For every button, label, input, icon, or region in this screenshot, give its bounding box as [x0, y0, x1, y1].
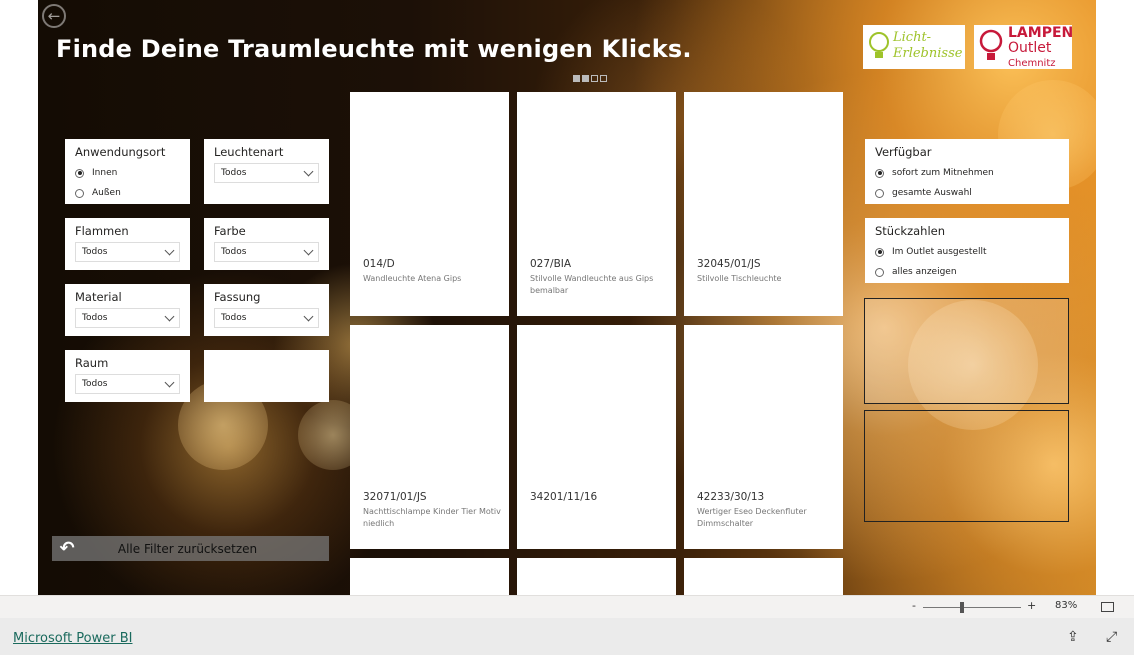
radio-icon[interactable]	[875, 168, 884, 178]
bulb-logo-icon	[979, 29, 1003, 60]
radio-option-sofort[interactable]: sofort zum Mitnehmen	[875, 163, 1059, 183]
verfuegbar-slicer: Verfügbar sofort zum Mitnehmen gesamte A…	[865, 139, 1069, 204]
report-canvas: ← Finde Deine Traumleuchte mit wenigen K…	[38, 0, 1096, 595]
leuchtenart-dropdown[interactable]: Todos	[214, 163, 319, 183]
radio-option-ausgestellt[interactable]: Im Outlet ausgestellt	[875, 242, 1059, 262]
page-dot[interactable]	[573, 75, 580, 82]
product-card[interactable]: 027/BIA Stilvolle Wandleuchte aus Gips b…	[517, 92, 676, 316]
radio-icon[interactable]	[75, 188, 84, 198]
radio-icon[interactable]	[875, 188, 884, 198]
page-dot[interactable]	[600, 75, 607, 82]
radio-icon[interactable]	[875, 267, 884, 277]
page-dot[interactable]	[591, 75, 598, 82]
back-arrow-icon[interactable]: ←	[42, 4, 66, 28]
farbe-slicer: Farbe Todos	[204, 218, 329, 270]
radio-option-innen[interactable]: Innen	[75, 163, 180, 183]
chevron-down-icon	[303, 311, 314, 321]
product-code: 42233/30/13	[697, 491, 765, 503]
product-code: 014/D	[363, 258, 395, 270]
power-bi-link[interactable]: Microsoft Power BI	[13, 631, 132, 646]
page-navigator[interactable]	[573, 75, 607, 82]
zoom-level: 83%	[1055, 600, 1078, 611]
lampen-outlet-logo: LAMPEN Outlet Chemnitz	[974, 25, 1074, 70]
page-title: Finde Deine Traumleuchte mit wenigen Kli…	[56, 35, 692, 63]
anwendungsort-slicer: Anwendungsort Innen Außen	[65, 139, 190, 204]
footer-bar: Microsoft Power BI ⇪ ⤢	[0, 618, 1134, 655]
chevron-down-icon	[164, 377, 175, 387]
farbe-dropdown[interactable]: Todos	[214, 242, 319, 262]
licht-erlebnisse-logo: Licht-Erlebnisse	[863, 25, 965, 69]
empty-slicer-panel	[204, 350, 329, 402]
zoom-in-button[interactable]: +	[1027, 599, 1036, 612]
radio-icon[interactable]	[875, 247, 884, 257]
zoom-slider[interactable]	[923, 607, 1021, 608]
product-card[interactable]: 42233/30/13 Wertiger Eseo Deckenfluter D…	[684, 325, 843, 549]
product-code: 34201/11/16	[530, 491, 598, 503]
product-card[interactable]	[517, 558, 676, 595]
empty-visual-box	[864, 298, 1069, 404]
fassung-dropdown[interactable]: Todos	[214, 308, 319, 328]
product-card[interactable]: 014/D Wandleuchte Atena Gips	[350, 92, 509, 316]
product-card[interactable]: 32071/01/JS Nachttischlampe Kinder Tier …	[350, 325, 509, 549]
fullscreen-icon[interactable]: ⤢	[1106, 629, 1117, 645]
status-bar: - + 83%	[0, 595, 1134, 618]
chevron-down-icon	[303, 166, 314, 176]
product-description: Wandleuchte Atena Gips	[363, 274, 462, 283]
product-description: Nachttischlampe Kinder Tier Motiv niedli…	[363, 507, 501, 528]
flammen-slicer: Flammen Todos	[65, 218, 190, 270]
stueckzahlen-slicer: Stückzahlen Im Outlet ausgestellt alles …	[865, 218, 1069, 283]
product-card[interactable]	[684, 558, 843, 595]
product-description: Stilvolle Wandleuchte aus Gips bemalbar	[530, 274, 654, 295]
product-card[interactable]: 34201/11/16	[517, 325, 676, 549]
zoom-slider-handle[interactable]	[960, 602, 964, 613]
zoom-out-button[interactable]: -	[912, 599, 916, 612]
raum-dropdown[interactable]: Todos	[75, 374, 180, 394]
lightbulb-icon	[869, 32, 889, 58]
lampen-logo-text: LAMPEN Outlet Chemnitz	[1008, 25, 1074, 70]
reset-filters-button[interactable]: ↶ Alle Filter zurücksetzen	[52, 536, 329, 561]
product-description: Wertiger Eseo Deckenfluter Dimmschalter	[697, 507, 807, 528]
licht-logo-text: Licht-Erlebnisse	[893, 30, 963, 61]
page-dot[interactable]	[582, 75, 589, 82]
product-description: Stilvolle Tischleuchte	[697, 274, 782, 283]
material-dropdown[interactable]: Todos	[75, 308, 180, 328]
product-card[interactable]: 32045/01/JS Stilvolle Tischleuchte	[684, 92, 843, 316]
flammen-dropdown[interactable]: Todos	[75, 242, 180, 262]
leuchtenart-slicer: Leuchtenart Todos	[204, 139, 329, 204]
empty-visual-box	[864, 410, 1069, 522]
radio-icon[interactable]	[75, 168, 84, 178]
product-code: 32071/01/JS	[363, 491, 427, 503]
share-icon[interactable]: ⇪	[1067, 629, 1079, 645]
radio-option-alles[interactable]: alles anzeigen	[875, 262, 1059, 282]
material-slicer: Material Todos	[65, 284, 190, 336]
fassung-slicer: Fassung Todos	[204, 284, 329, 336]
product-code: 32045/01/JS	[697, 258, 761, 270]
raum-slicer: Raum Todos	[65, 350, 190, 402]
chevron-down-icon	[303, 245, 314, 255]
fit-to-page-icon[interactable]	[1101, 602, 1114, 612]
chevron-down-icon	[164, 245, 175, 255]
product-code: 027/BIA	[530, 258, 572, 270]
product-card[interactable]	[350, 558, 509, 595]
reset-icon: ↶	[59, 538, 75, 559]
chevron-down-icon	[164, 311, 175, 321]
radio-option-gesamt[interactable]: gesamte Auswahl	[875, 183, 1059, 203]
radio-option-aussen[interactable]: Außen	[75, 183, 180, 203]
